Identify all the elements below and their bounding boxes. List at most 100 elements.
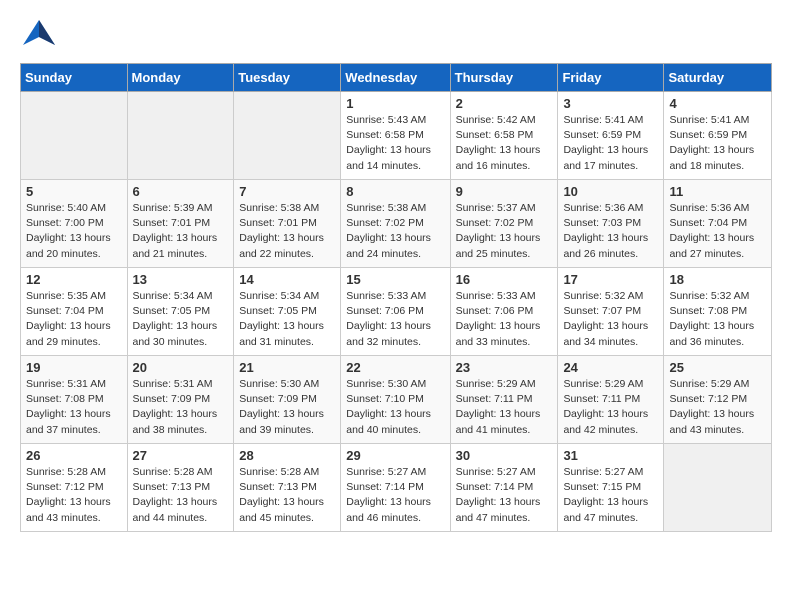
day-cell: 22 Sunrise: 5:30 AM Sunset: 7:10 PM Dayli…: [341, 356, 450, 444]
day-info: Sunrise: 5:30 AM Sunset: 7:10 PM Dayligh…: [346, 377, 444, 438]
day-info: Sunrise: 5:29 AM Sunset: 7:11 PM Dayligh…: [563, 377, 658, 438]
day-cell: 5 Sunrise: 5:40 AM Sunset: 7:00 PM Daylig…: [21, 180, 128, 268]
day-cell: 12 Sunrise: 5:35 AM Sunset: 7:04 PM Dayli…: [21, 268, 128, 356]
day-info: Sunrise: 5:27 AM Sunset: 7:14 PM Dayligh…: [456, 465, 553, 526]
day-number: 9: [456, 184, 553, 199]
day-info: Sunrise: 5:40 AM Sunset: 7:00 PM Dayligh…: [26, 201, 122, 262]
day-info: Sunrise: 5:28 AM Sunset: 7:13 PM Dayligh…: [133, 465, 229, 526]
day-number: 23: [456, 360, 553, 375]
day-number: 2: [456, 96, 553, 111]
day-cell: 11 Sunrise: 5:36 AM Sunset: 7:04 PM Dayli…: [664, 180, 772, 268]
day-info: Sunrise: 5:43 AM Sunset: 6:58 PM Dayligh…: [346, 113, 444, 174]
day-cell: 14 Sunrise: 5:34 AM Sunset: 7:05 PM Dayli…: [234, 268, 341, 356]
day-number: 21: [239, 360, 335, 375]
day-info: Sunrise: 5:39 AM Sunset: 7:01 PM Dayligh…: [133, 201, 229, 262]
header: [20, 15, 772, 53]
day-number: 13: [133, 272, 229, 287]
day-cell: 27 Sunrise: 5:28 AM Sunset: 7:13 PM Dayli…: [127, 444, 234, 532]
day-number: 18: [669, 272, 766, 287]
day-number: 26: [26, 448, 122, 463]
logo-bird-icon: [20, 15, 58, 53]
day-info: Sunrise: 5:33 AM Sunset: 7:06 PM Dayligh…: [346, 289, 444, 350]
day-number: 10: [563, 184, 658, 199]
day-cell: 9Sunrise: 5:37 AM Sunset: 7:02 PM Daylig…: [450, 180, 558, 268]
day-cell: 6 Sunrise: 5:39 AM Sunset: 7:01 PM Daylig…: [127, 180, 234, 268]
day-cell: 25 Sunrise: 5:29 AM Sunset: 7:12 PM Dayli…: [664, 356, 772, 444]
week-row-4: 19 Sunrise: 5:31 AM Sunset: 7:08 PM Dayli…: [21, 356, 772, 444]
day-info: Sunrise: 5:32 AM Sunset: 7:08 PM Dayligh…: [669, 289, 766, 350]
day-cell: 1 Sunrise: 5:43 AM Sunset: 6:58 PM Daylig…: [341, 92, 450, 180]
day-cell: 16 Sunrise: 5:33 AM Sunset: 7:06 PM Dayli…: [450, 268, 558, 356]
calendar-page: SundayMondayTuesdayWednesdayThursdayFrid…: [0, 0, 792, 547]
day-info: Sunrise: 5:41 AM Sunset: 6:59 PM Dayligh…: [669, 113, 766, 174]
day-number: 1: [346, 96, 444, 111]
day-cell: 10 Sunrise: 5:36 AM Sunset: 7:03 PM Dayli…: [558, 180, 664, 268]
day-cell: 4 Sunrise: 5:41 AM Sunset: 6:59 PM Daylig…: [664, 92, 772, 180]
day-info: Sunrise: 5:29 AM Sunset: 7:11 PM Dayligh…: [456, 377, 553, 438]
day-cell: 15 Sunrise: 5:33 AM Sunset: 7:06 PM Dayli…: [341, 268, 450, 356]
day-number: 15: [346, 272, 444, 287]
day-info: Sunrise: 5:38 AM Sunset: 7:01 PM Dayligh…: [239, 201, 335, 262]
day-cell: [127, 92, 234, 180]
day-cell: 31 Sunrise: 5:27 AM Sunset: 7:15 PM Dayli…: [558, 444, 664, 532]
week-row-3: 12 Sunrise: 5:35 AM Sunset: 7:04 PM Dayli…: [21, 268, 772, 356]
day-number: 6: [133, 184, 229, 199]
day-number: 19: [26, 360, 122, 375]
day-number: 12: [26, 272, 122, 287]
day-number: 4: [669, 96, 766, 111]
day-info: Sunrise: 5:29 AM Sunset: 7:12 PM Dayligh…: [669, 377, 766, 438]
day-number: 20: [133, 360, 229, 375]
day-cell: 18 Sunrise: 5:32 AM Sunset: 7:08 PM Dayli…: [664, 268, 772, 356]
day-number: 14: [239, 272, 335, 287]
day-cell: 30Sunrise: 5:27 AM Sunset: 7:14 PM Dayli…: [450, 444, 558, 532]
week-row-1: 1 Sunrise: 5:43 AM Sunset: 6:58 PM Daylig…: [21, 92, 772, 180]
calendar-table: SundayMondayTuesdayWednesdayThursdayFrid…: [20, 63, 772, 532]
day-cell: 17 Sunrise: 5:32 AM Sunset: 7:07 PM Dayli…: [558, 268, 664, 356]
day-cell: [664, 444, 772, 532]
day-number: 24: [563, 360, 658, 375]
day-cell: 13 Sunrise: 5:34 AM Sunset: 7:05 PM Dayli…: [127, 268, 234, 356]
day-info: Sunrise: 5:31 AM Sunset: 7:09 PM Dayligh…: [133, 377, 229, 438]
day-info: Sunrise: 5:31 AM Sunset: 7:08 PM Dayligh…: [26, 377, 122, 438]
day-number: 31: [563, 448, 658, 463]
day-info: Sunrise: 5:35 AM Sunset: 7:04 PM Dayligh…: [26, 289, 122, 350]
week-row-5: 26Sunrise: 5:28 AM Sunset: 7:12 PM Dayli…: [21, 444, 772, 532]
day-info: Sunrise: 5:33 AM Sunset: 7:06 PM Dayligh…: [456, 289, 553, 350]
col-header-friday: Friday: [558, 64, 664, 92]
day-info: Sunrise: 5:27 AM Sunset: 7:15 PM Dayligh…: [563, 465, 658, 526]
day-cell: 23 Sunrise: 5:29 AM Sunset: 7:11 PM Dayli…: [450, 356, 558, 444]
day-cell: 24 Sunrise: 5:29 AM Sunset: 7:11 PM Dayli…: [558, 356, 664, 444]
day-cell: [21, 92, 128, 180]
day-number: 29: [346, 448, 444, 463]
day-number: 28: [239, 448, 335, 463]
day-cell: 19 Sunrise: 5:31 AM Sunset: 7:08 PM Dayli…: [21, 356, 128, 444]
col-header-thursday: Thursday: [450, 64, 558, 92]
day-number: 3: [563, 96, 658, 111]
col-header-wednesday: Wednesday: [341, 64, 450, 92]
day-cell: 21Sunrise: 5:30 AM Sunset: 7:09 PM Dayli…: [234, 356, 341, 444]
col-header-sunday: Sunday: [21, 64, 128, 92]
day-cell: 2Sunrise: 5:42 AM Sunset: 6:58 PM Daylig…: [450, 92, 558, 180]
day-cell: 8Sunrise: 5:38 AM Sunset: 7:02 PM Daylig…: [341, 180, 450, 268]
day-info: Sunrise: 5:34 AM Sunset: 7:05 PM Dayligh…: [239, 289, 335, 350]
logo: [20, 15, 60, 53]
day-number: 17: [563, 272, 658, 287]
day-info: Sunrise: 5:36 AM Sunset: 7:03 PM Dayligh…: [563, 201, 658, 262]
col-header-tuesday: Tuesday: [234, 64, 341, 92]
day-info: Sunrise: 5:41 AM Sunset: 6:59 PM Dayligh…: [563, 113, 658, 174]
day-info: Sunrise: 5:32 AM Sunset: 7:07 PM Dayligh…: [563, 289, 658, 350]
day-info: Sunrise: 5:36 AM Sunset: 7:04 PM Dayligh…: [669, 201, 766, 262]
day-info: Sunrise: 5:28 AM Sunset: 7:13 PM Dayligh…: [239, 465, 335, 526]
day-cell: 20 Sunrise: 5:31 AM Sunset: 7:09 PM Dayli…: [127, 356, 234, 444]
day-info: Sunrise: 5:34 AM Sunset: 7:05 PM Dayligh…: [133, 289, 229, 350]
day-number: 11: [669, 184, 766, 199]
day-info: Sunrise: 5:38 AM Sunset: 7:02 PM Dayligh…: [346, 201, 444, 262]
day-number: 7: [239, 184, 335, 199]
day-number: 22: [346, 360, 444, 375]
day-number: 16: [456, 272, 553, 287]
day-number: 25: [669, 360, 766, 375]
day-number: 27: [133, 448, 229, 463]
day-number: 5: [26, 184, 122, 199]
day-cell: 26Sunrise: 5:28 AM Sunset: 7:12 PM Dayli…: [21, 444, 128, 532]
header-row: SundayMondayTuesdayWednesdayThursdayFrid…: [21, 64, 772, 92]
